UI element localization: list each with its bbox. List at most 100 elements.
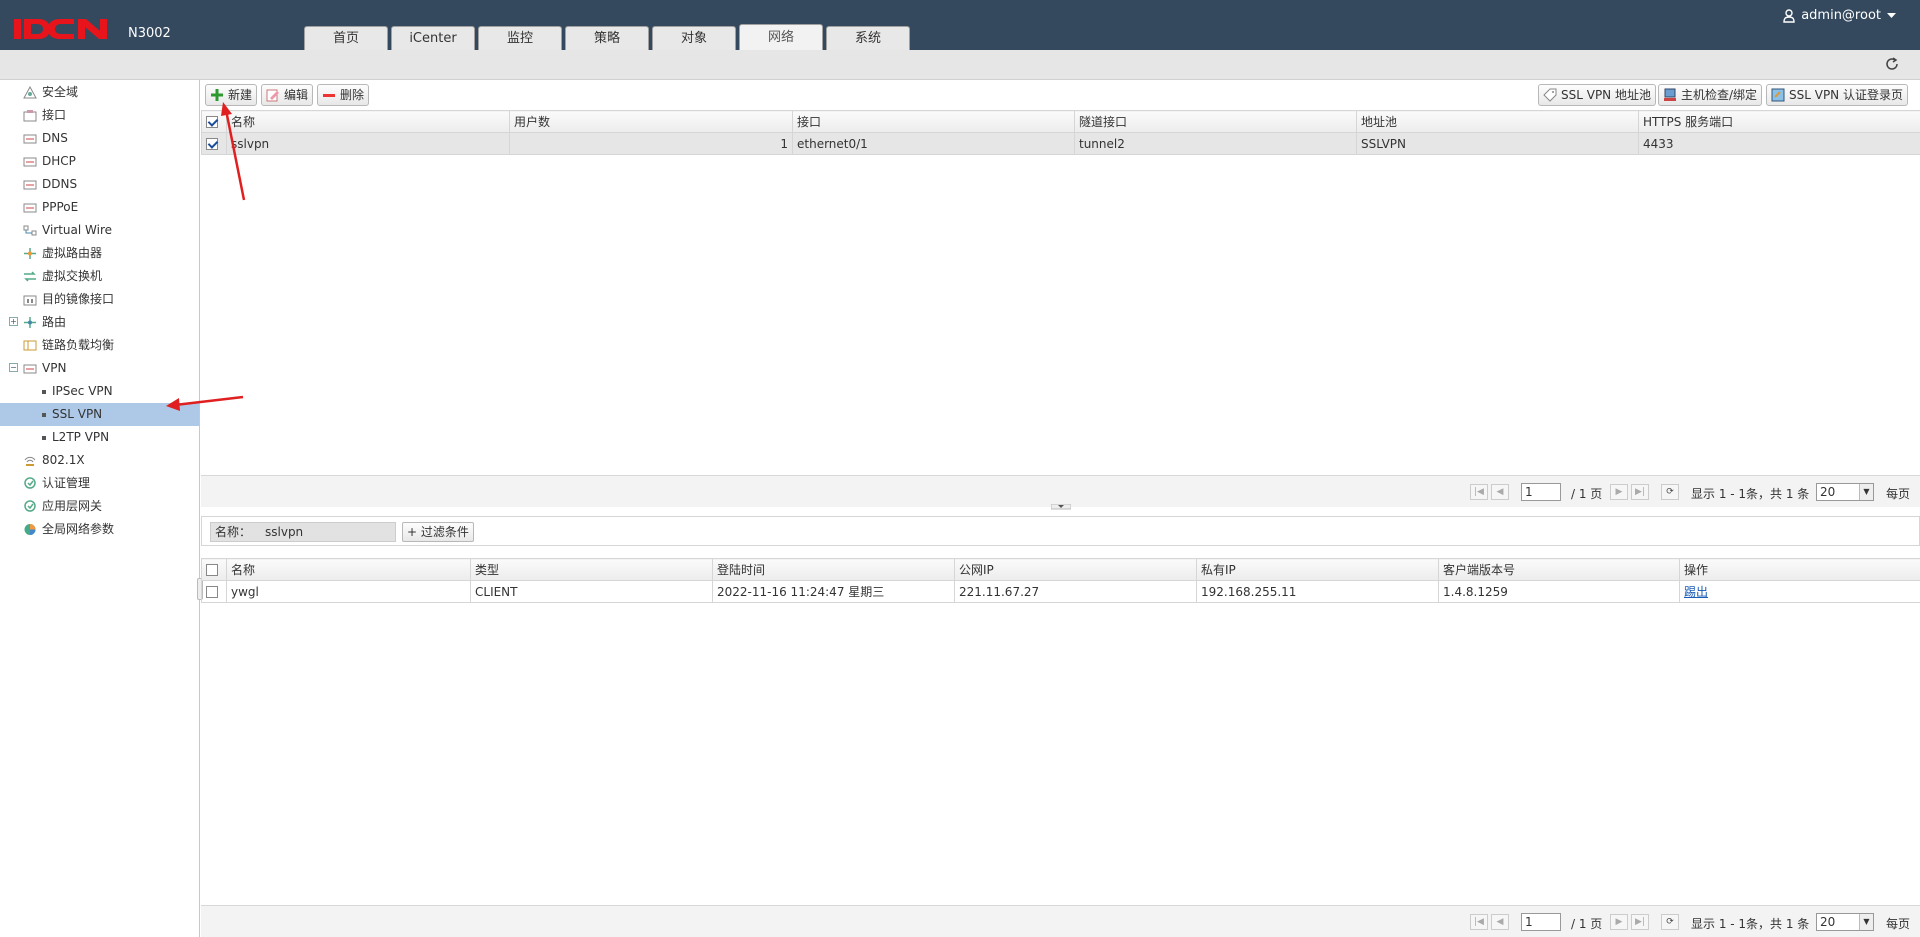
- sidebar-item-global-params[interactable]: 全局网络参数: [0, 518, 199, 541]
- select-all-checkbox[interactable]: [206, 564, 218, 576]
- sidebar-item-alg[interactable]: 应用层网关: [0, 495, 199, 518]
- cell-type: CLIENT: [470, 580, 713, 603]
- network-sidebar: 安全域 接口 DNS DHCP DDNS PPPoE Virtual Wire …: [0, 80, 203, 937]
- tag-icon: [1543, 88, 1557, 102]
- table-row[interactable]: sslvpn 1 ethernet0/1 tunnel2 SSLVPN 4433: [201, 132, 1920, 155]
- refresh-page-icon[interactable]: ⟳: [1661, 914, 1679, 930]
- chevron-down-icon: ▼: [1859, 914, 1873, 930]
- filter-bar: 名称： sslvpn + 过滤条件: [201, 516, 1920, 546]
- cell-public-ip: 221.11.67.27: [954, 580, 1197, 603]
- plus-icon: [211, 89, 223, 101]
- sidebar-item-ipsec-vpn[interactable]: IPSec VPN: [0, 380, 199, 403]
- sidebar-item-virtual-wire[interactable]: Virtual Wire: [0, 219, 199, 242]
- ddns-icon: [23, 180, 37, 190]
- ssl-vpn-pool-button[interactable]: SSL VPN 地址池: [1538, 84, 1656, 106]
- sidebar-item-vpn[interactable]: − VPN: [0, 357, 199, 380]
- ssl-vpn-login-page-button[interactable]: SSL VPN 认证登录页: [1766, 84, 1908, 106]
- sidebar-item-interface[interactable]: 接口: [0, 104, 199, 127]
- sidebar-item-virtual-router[interactable]: 虚拟路由器: [0, 242, 199, 265]
- sidebar-item-dns[interactable]: DNS: [0, 127, 199, 150]
- sidebar-item-zone[interactable]: 安全域: [0, 81, 199, 104]
- sidebar-item-pppoe[interactable]: PPPoE: [0, 196, 199, 219]
- tab-home[interactable]: 首页: [304, 26, 388, 50]
- global-params-icon: [24, 524, 36, 535]
- page-number-input[interactable]: 1: [1521, 913, 1561, 931]
- column-header[interactable]: 登陆时间: [712, 558, 955, 581]
- column-header[interactable]: 名称: [226, 558, 471, 581]
- sidebar-item-label: VPN: [42, 361, 67, 375]
- last-page-icon[interactable]: ▶|: [1631, 914, 1649, 930]
- next-page-icon[interactable]: ▶: [1610, 484, 1628, 500]
- sidebar-item-mirror-interface[interactable]: 目的镜像接口: [0, 288, 199, 311]
- bottom-pager: |◀ ◀ 1 / 1 页 ▶ ▶| ⟳ 显示 1 - 1条，共 1 条 20 ▼ …: [201, 905, 1920, 937]
- auth-icon: [24, 477, 36, 489]
- sidebar-item-8021x[interactable]: 802.1X: [0, 449, 199, 472]
- prev-page-icon[interactable]: ◀: [1491, 914, 1509, 930]
- column-header[interactable]: 客户端版本号: [1438, 558, 1680, 581]
- column-header[interactable]: 私有IP: [1196, 558, 1439, 581]
- sidebar-item-l2tp-vpn[interactable]: L2TP VPN: [0, 426, 199, 449]
- column-header[interactable]: 用户数: [509, 110, 793, 133]
- tab-network[interactable]: 网络: [739, 24, 823, 50]
- cell-pool: SSLVPN: [1356, 132, 1639, 155]
- tab-icenter[interactable]: iCenter: [391, 26, 475, 50]
- column-header[interactable]: 操作: [1679, 558, 1920, 581]
- select-all-checkbox[interactable]: [206, 116, 218, 128]
- host-check-button[interactable]: 主机检查/绑定: [1658, 84, 1763, 106]
- mirror-icon: [23, 295, 37, 306]
- tab-system[interactable]: 系统: [826, 26, 910, 50]
- first-page-icon[interactable]: |◀: [1470, 914, 1488, 930]
- per-page-label: 每页: [1886, 487, 1911, 501]
- column-header[interactable]: 地址池: [1356, 110, 1639, 133]
- edit-button[interactable]: 编辑: [261, 84, 314, 106]
- tab-objects[interactable]: 对象: [652, 26, 736, 50]
- row-checkbox[interactable]: [206, 138, 218, 150]
- new-button[interactable]: 新建: [205, 84, 258, 106]
- collapse-toggle[interactable]: −: [9, 363, 18, 372]
- next-page-icon[interactable]: ▶: [1610, 914, 1628, 930]
- dcn-logo: [14, 19, 107, 39]
- kick-out-link[interactable]: 踢出: [1684, 585, 1708, 599]
- column-header[interactable]: HTTPS 服务端口: [1638, 110, 1920, 133]
- table-row[interactable]: ywgl CLIENT 2022-11-16 11:24:47 星期三 221.…: [201, 580, 1920, 603]
- column-header[interactable]: 公网IP: [954, 558, 1197, 581]
- user-menu[interactable]: admin@root: [1783, 8, 1896, 23]
- tab-policy[interactable]: 策略: [565, 26, 649, 50]
- row-checkbox[interactable]: [206, 586, 218, 598]
- add-filter-button[interactable]: + 过滤条件: [402, 522, 474, 542]
- expand-toggle[interactable]: +: [9, 317, 18, 326]
- panel-splitter[interactable]: [1051, 504, 1071, 510]
- user-name: admin@root: [1801, 8, 1881, 23]
- sidebar-item-label: 虚拟路由器: [42, 246, 103, 260]
- first-page-icon[interactable]: |◀: [1470, 484, 1488, 500]
- sidebar-item-dhcp[interactable]: DHCP: [0, 150, 199, 173]
- page-number-input[interactable]: 1: [1521, 483, 1561, 501]
- delete-button[interactable]: 删除: [317, 84, 370, 106]
- column-header[interactable]: 接口: [792, 110, 1075, 133]
- refresh-icon[interactable]: [1884, 56, 1900, 72]
- sidebar-item-virtual-switch[interactable]: 虚拟交换机: [0, 265, 199, 288]
- routing-icon: [24, 317, 36, 328]
- chevron-down-icon: ▼: [1859, 484, 1873, 500]
- sidebar-item-auth[interactable]: 认证管理: [0, 472, 199, 495]
- tab-monitor[interactable]: 监控: [478, 26, 562, 50]
- sidebar-item-load-balance[interactable]: 链路负载均衡: [0, 334, 199, 357]
- sidebar-item-label: IPSec VPN: [52, 384, 113, 398]
- prev-page-icon[interactable]: ◀: [1491, 484, 1509, 500]
- column-header[interactable]: 名称: [226, 110, 510, 133]
- device-model: N3002: [128, 26, 171, 41]
- refresh-page-icon[interactable]: ⟳: [1661, 484, 1679, 500]
- sidebar-item-ddns[interactable]: DDNS: [0, 173, 199, 196]
- sidebar-item-label: L2TP VPN: [52, 430, 110, 444]
- per-page-select[interactable]: 20 ▼: [1816, 913, 1874, 931]
- last-page-icon[interactable]: ▶|: [1631, 484, 1649, 500]
- row-checkbox-cell: [201, 132, 227, 155]
- sidebar-item-ssl-vpn[interactable]: SSL VPN: [0, 403, 199, 426]
- column-header[interactable]: 类型: [470, 558, 713, 581]
- load-balance-icon: [23, 340, 37, 351]
- column-header[interactable]: 隧道接口: [1074, 110, 1357, 133]
- per-page-select[interactable]: 20 ▼: [1816, 483, 1874, 501]
- sidebar-item-routing[interactable]: + 路由: [0, 311, 199, 334]
- name-filter-field[interactable]: 名称： sslvpn: [210, 522, 396, 542]
- cell-private-ip: 192.168.255.11: [1196, 580, 1439, 603]
